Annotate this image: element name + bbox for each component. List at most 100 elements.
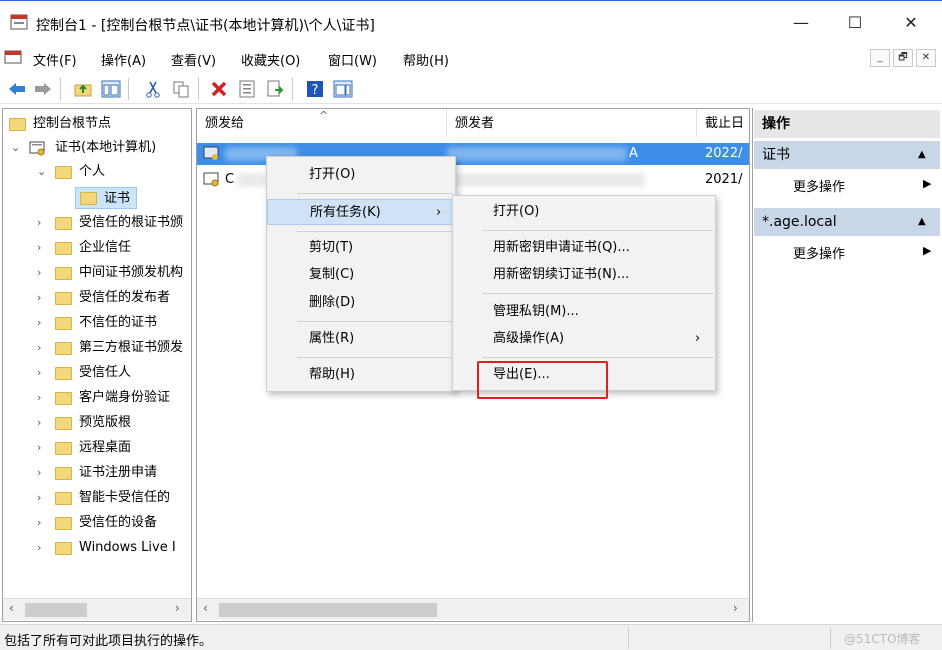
sub-renew-new-key[interactable]: 用新密钥续订证书(N)...	[453, 262, 715, 288]
tree-item-folder[interactable]: › 智能卡受信任的	[7, 487, 191, 509]
scroll-right-icon[interactable]: ›	[733, 601, 738, 615]
chevron-down-icon[interactable]: ⌄	[11, 137, 23, 159]
menu-separator	[297, 193, 453, 194]
tree-item-folder[interactable]: › 受信任的发布者	[7, 287, 191, 309]
chevron-right-icon[interactable]: ›	[37, 487, 49, 509]
tree-item-certificates-local[interactable]: ⌄ 证书(本地计算机)	[7, 137, 187, 159]
help-icon[interactable]: ?	[304, 78, 326, 100]
ctx-properties[interactable]: 属性(R)	[267, 326, 455, 352]
chevron-right-icon[interactable]: ›	[37, 537, 49, 559]
chevron-right-icon[interactable]: ›	[37, 362, 49, 384]
tree-item-folder[interactable]: › 证书注册申请	[7, 462, 191, 484]
ctx-help[interactable]: 帮助(H)	[267, 362, 455, 388]
export-highlight-box	[477, 361, 608, 399]
title-bar[interactable]: 控制台1 - [控制台根节点\证书(本地计算机)\个人\证书] — ☐ ✕	[0, 0, 942, 44]
sub-manage-private-keys[interactable]: 管理私钥(M)...	[453, 299, 715, 325]
list-horizontal-scrollbar[interactable]: ‹ ›	[197, 598, 749, 620]
tree-item-folder[interactable]: › 远程桌面	[7, 437, 191, 459]
copy-icon[interactable]	[170, 78, 192, 100]
chevron-right-icon[interactable]: ›	[37, 462, 49, 484]
scroll-right-icon[interactable]: ›	[175, 601, 180, 615]
submenu-arrow-icon[interactable]: ▶	[923, 244, 931, 257]
action-more-actions[interactable]: 更多操作	[793, 243, 845, 262]
menu-window[interactable]: 窗口(W)	[328, 50, 377, 69]
chevron-right-icon[interactable]: ›	[37, 312, 49, 334]
ctx-cut[interactable]: 剪切(T)	[267, 235, 455, 261]
tree-item-folder[interactable]: › Windows Live I	[7, 537, 191, 559]
console-icon[interactable]	[4, 49, 22, 65]
sub-request-new-key[interactable]: 用新密钥申请证书(Q)...	[453, 235, 715, 261]
menu-action[interactable]: 操作(A)	[101, 50, 146, 69]
menu-file[interactable]: 文件(F)	[33, 50, 77, 69]
chevron-right-icon[interactable]: ›	[37, 262, 49, 284]
tree-item-folder[interactable]: › 第三方根证书颁发	[7, 337, 191, 359]
context-menu: 打开(O) 所有任务(K) › 剪切(T) 复制(C) 删除(D) 属性(R) …	[266, 156, 456, 392]
show-hide-tree-icon[interactable]	[100, 78, 122, 100]
close-button[interactable]: ✕	[888, 9, 934, 39]
chevron-down-icon[interactable]: ⌄	[37, 161, 49, 183]
tree-horizontal-scrollbar[interactable]: ‹ ›	[3, 598, 191, 620]
ctx-open[interactable]: 打开(O)	[267, 162, 455, 188]
chevron-right-icon[interactable]: ›	[37, 212, 49, 234]
tree-item-folder[interactable]: › 预览版根	[7, 412, 191, 434]
delete-icon[interactable]	[208, 78, 230, 100]
menu-separator	[297, 321, 453, 322]
submenu-arrow-icon[interactable]: ▶	[923, 177, 931, 190]
mdi-minimize-button[interactable]: _	[870, 49, 890, 67]
ctx-all-tasks[interactable]: 所有任务(K) ›	[267, 199, 455, 225]
scroll-thumb[interactable]	[25, 603, 87, 617]
sub-open[interactable]: 打开(O)	[453, 199, 715, 225]
chevron-right-icon[interactable]: ›	[37, 237, 49, 259]
scroll-left-icon[interactable]: ‹	[9, 601, 14, 615]
chevron-right-icon[interactable]: ›	[37, 387, 49, 409]
actions-section-selected-cert[interactable]: *.age.local ▲	[754, 208, 940, 236]
scroll-thumb[interactable]	[219, 603, 437, 617]
folder-icon	[55, 292, 72, 305]
tree-item-label: 受信任的发布者	[79, 290, 171, 305]
folder-icon	[55, 442, 72, 455]
tree-item-folder[interactable]: › 受信任人	[7, 362, 191, 384]
ctx-delete[interactable]: 删除(D)	[267, 290, 455, 316]
menu-favorites[interactable]: 收藏夹(O)	[241, 50, 300, 69]
tree-item-folder[interactable]: › 中间证书颁发机构	[7, 262, 191, 284]
redacted-issuer	[447, 147, 627, 161]
tree-item-folder[interactable]: › 不信任的证书	[7, 312, 191, 334]
chevron-right-icon[interactable]: ›	[37, 287, 49, 309]
ctx-copy[interactable]: 复制(C)	[267, 262, 455, 288]
tree-item-personal[interactable]: ⌄ 个人	[7, 161, 187, 183]
cut-icon[interactable]	[142, 78, 164, 100]
properties-icon[interactable]	[236, 78, 258, 100]
actions-section-certificates[interactable]: 证书 ▲	[754, 141, 940, 169]
back-icon[interactable]	[6, 78, 28, 100]
up-folder-icon[interactable]	[72, 78, 94, 100]
action-more-actions[interactable]: 更多操作	[793, 176, 845, 195]
maximize-button[interactable]: ☐	[832, 9, 878, 39]
collapse-up-icon[interactable]: ▲	[918, 141, 926, 169]
tree-item-folder[interactable]: › 受信任的根证书颁	[7, 212, 191, 234]
console-tree-pane[interactable]: 控制台根节点 ⌄ 证书(本地计算机) ⌄ 个人 证书 › 受信任的根证书颁 › 企业信…	[2, 108, 192, 622]
minimize-button[interactable]: —	[778, 9, 824, 39]
column-header-expiration[interactable]: 截止日	[697, 109, 749, 137]
export-list-icon[interactable]	[264, 78, 286, 100]
tree-item-folder[interactable]: › 受信任的设备	[7, 512, 191, 534]
forward-icon[interactable]	[32, 78, 54, 100]
chevron-right-icon[interactable]: ›	[37, 412, 49, 434]
scroll-left-icon[interactable]: ‹	[203, 601, 208, 615]
sub-advanced-operations[interactable]: 高级操作(A) ›	[453, 326, 715, 352]
mdi-close-button[interactable]: ✕	[916, 49, 936, 67]
chevron-right-icon[interactable]: ›	[37, 437, 49, 459]
mdi-restore-button[interactable]: 🗗	[893, 49, 913, 67]
folder-open-icon	[80, 192, 97, 205]
tree-item-folder[interactable]: › 客户端身份验证	[7, 387, 191, 409]
folder-icon	[55, 367, 72, 380]
menu-view[interactable]: 查看(V)	[171, 50, 216, 69]
chevron-right-icon[interactable]: ›	[37, 337, 49, 359]
tree-item-folder[interactable]: › 企业信任	[7, 237, 191, 259]
tree-item-console-root[interactable]: 控制台根节点	[7, 113, 187, 135]
collapse-up-icon[interactable]: ▲	[918, 208, 926, 236]
tree-item-certificates-selected[interactable]: 证书	[75, 187, 137, 209]
chevron-right-icon[interactable]: ›	[37, 512, 49, 534]
menu-help[interactable]: 帮助(H)	[403, 50, 449, 69]
column-header-issuer[interactable]: 颁发者	[447, 109, 697, 137]
show-hide-action-icon[interactable]	[332, 78, 354, 100]
